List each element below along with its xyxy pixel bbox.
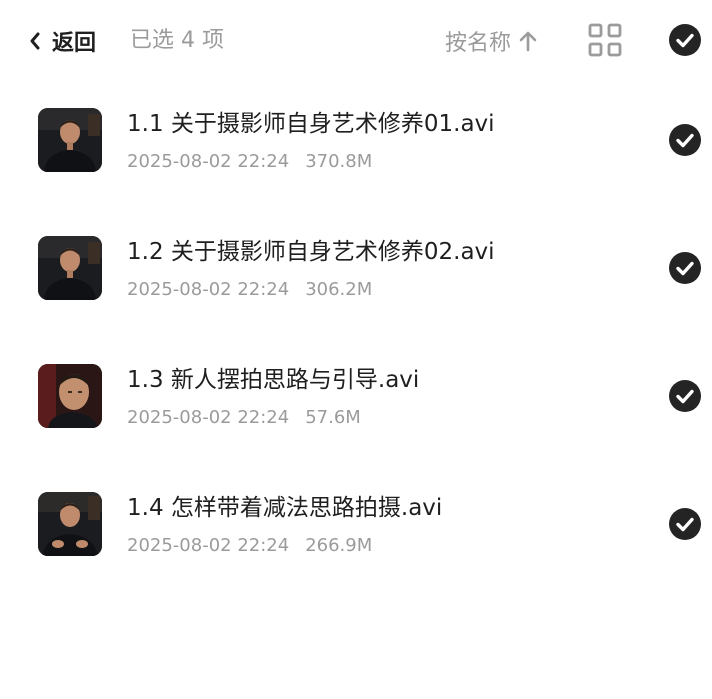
file-name: 1.3 新人摆拍思路与引导.avi [127,367,420,393]
file-size: 266.9M [305,535,373,556]
back-button[interactable]: 返回 [28,22,96,60]
file-list-item[interactable]: 1.1 关于摄影师自身艺术修养01.avi 2025-08-02 22:24 37… [0,108,712,236]
back-label: 返回 [52,31,97,56]
check-circle-icon [676,517,694,532]
video-thumbnail [38,108,102,172]
item-checkbox[interactable] [669,124,701,156]
arrow-up-icon [519,31,537,52]
file-date: 2025-08-02 22:24 [127,151,290,172]
file-name: 1.1 关于摄影师自身艺术修养01.avi [127,111,495,137]
chevron-left-icon [30,32,40,50]
file-meta: 2025-08-02 22:24 57.6M [127,406,361,430]
check-circle-icon [676,389,694,404]
file-list-item[interactable]: 1.3 新人摆拍思路与引导.avi 2025-08-02 22:24 57.6M [0,364,712,492]
file-list-item[interactable]: 1.2 关于摄影师自身艺术修养02.avi 2025-08-02 22:24 30… [0,236,712,364]
file-meta: 2025-08-02 22:24 306.2M [127,278,372,302]
file-size: 370.8M [305,151,373,172]
file-name: 1.2 关于摄影师自身艺术修养02.avi [127,239,495,265]
file-list-item[interactable]: 1.4 怎样带着减法思路拍摄.avi 2025-08-02 22:24 266.9… [0,492,712,620]
file-size: 306.2M [305,279,373,300]
file-date: 2025-08-02 22:24 [127,279,290,300]
check-circle-icon [676,133,694,148]
video-thumbnail [38,236,102,300]
item-checkbox[interactable] [669,380,701,412]
file-meta: 2025-08-02 22:24 370.8M [127,150,372,174]
sort-by-name-button[interactable]: 按名称 [445,22,537,60]
video-thumbnail [38,364,102,428]
file-meta: 2025-08-02 22:24 266.9M [127,534,372,558]
grid-view-icon [588,23,622,57]
grid-view-button[interactable] [588,23,622,57]
video-thumbnail [38,492,102,556]
file-name: 1.4 怎样带着减法思路拍摄.avi [127,495,443,521]
sort-label: 按名称 [445,31,512,56]
file-date: 2025-08-02 22:24 [127,535,290,556]
select-all-checkbox[interactable] [669,24,701,56]
item-checkbox[interactable] [669,252,701,284]
item-checkbox[interactable] [669,508,701,540]
top-bar: 返回 已选 4 项 按名称 [0,0,712,82]
check-circle-icon [676,261,694,276]
check-circle-icon [676,33,694,48]
file-size: 57.6M [305,407,361,428]
file-date: 2025-08-02 22:24 [127,407,290,428]
selected-count: 已选 4 项 [130,28,224,53]
